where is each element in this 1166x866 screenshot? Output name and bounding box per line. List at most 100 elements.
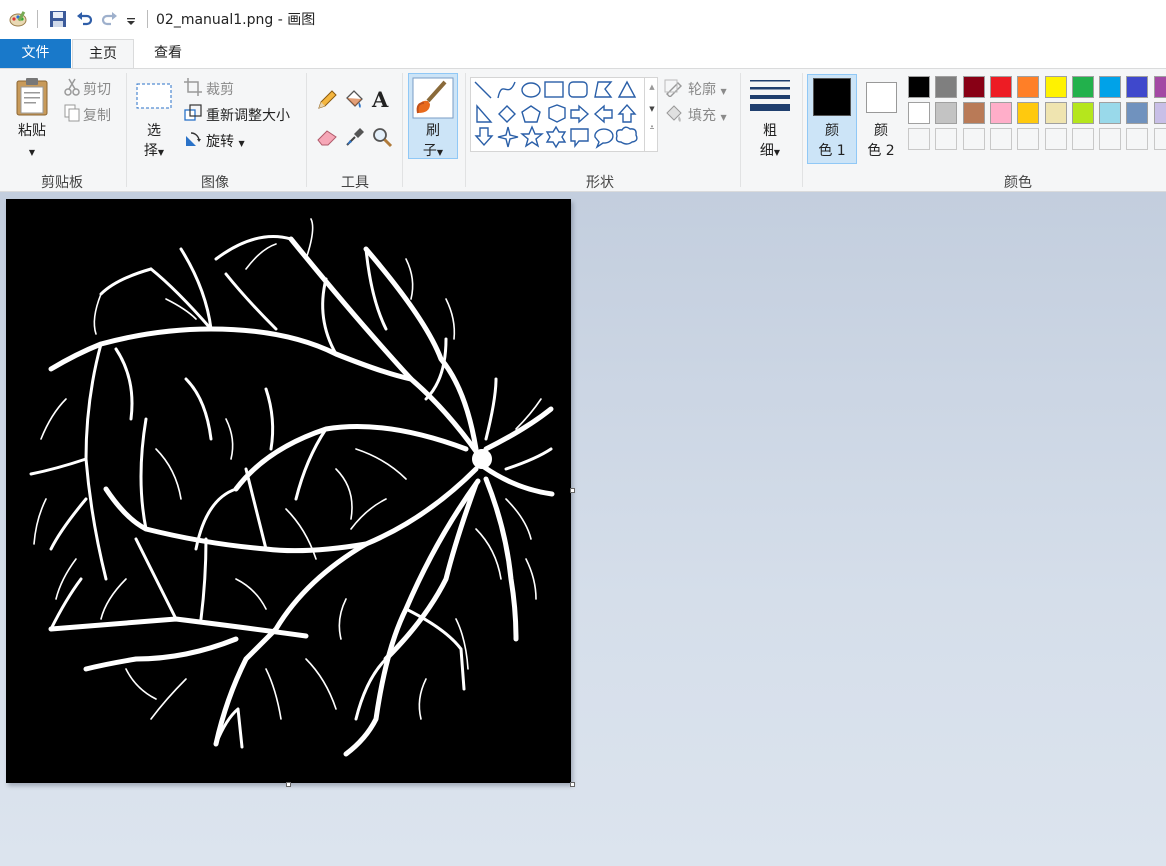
- outline-button[interactable]: 轮廓 ▼: [688, 79, 727, 99]
- diamond-shape-icon[interactable]: [498, 105, 516, 123]
- color1-swatch: [813, 78, 851, 116]
- palette-color-swatch[interactable]: [962, 102, 985, 124]
- down-arrow-shape-icon[interactable]: [474, 127, 494, 147]
- select-button[interactable]: 选 择▼: [138, 121, 170, 163]
- redo-icon[interactable]: [100, 9, 120, 29]
- triangle-shape-icon[interactable]: [617, 80, 637, 98]
- image-group-label: 图像: [201, 175, 229, 191]
- brushes-label-line1: 刷: [426, 123, 440, 139]
- palette-color-swatch[interactable]: [1071, 102, 1094, 124]
- six-point-star-shape-icon[interactable]: [545, 125, 567, 149]
- palette-color-swatch[interactable]: [1099, 76, 1122, 98]
- palette-color-swatch[interactable]: [1126, 128, 1149, 150]
- color-picker-icon[interactable]: [344, 126, 366, 152]
- palette-color-swatch[interactable]: [908, 128, 930, 150]
- tab-home[interactable]: 主页: [72, 39, 134, 70]
- color1-label-line2: 色 1: [818, 143, 846, 159]
- palette-color-swatch[interactable]: [1017, 128, 1040, 150]
- five-point-star-shape-icon[interactable]: [520, 125, 544, 148]
- copy-button[interactable]: 复制: [83, 105, 111, 125]
- palette-color-swatch[interactable]: [989, 102, 1012, 124]
- palette-color-swatch[interactable]: [935, 102, 958, 124]
- color2-button[interactable]: 颜 色 2: [861, 121, 901, 161]
- palette-color-swatch[interactable]: [989, 76, 1012, 98]
- right-arrow-shape-icon[interactable]: [570, 104, 590, 124]
- resize-button[interactable]: 重新调整大小: [206, 105, 290, 125]
- polygon-shape-icon[interactable]: [594, 81, 613, 98]
- palette-color-swatch[interactable]: [1044, 76, 1067, 98]
- palette-color-swatch[interactable]: [1153, 102, 1166, 124]
- canvas-resize-handle-bottom[interactable]: [286, 782, 291, 787]
- palette-color-swatch[interactable]: [1153, 76, 1166, 98]
- palette-color-swatch[interactable]: [1044, 128, 1067, 150]
- curve-shape-icon[interactable]: [497, 81, 516, 99]
- fill-bucket-icon[interactable]: [343, 89, 365, 115]
- size-button[interactable]: 粗 细▼: [752, 121, 788, 163]
- rounded-callout-shape-icon[interactable]: [570, 128, 589, 148]
- palette-color-swatch[interactable]: [1017, 76, 1040, 98]
- tab-file[interactable]: 文件: [0, 39, 71, 68]
- eraser-icon[interactable]: [316, 127, 340, 151]
- canvas-resize-handle-corner[interactable]: [570, 782, 575, 787]
- palette-color-swatch[interactable]: [962, 76, 985, 98]
- tools-group-label: 工具: [341, 175, 369, 191]
- line-shape-icon[interactable]: [474, 81, 492, 99]
- up-arrow-shape-icon[interactable]: [617, 103, 637, 123]
- rectangle-shape-icon[interactable]: [544, 81, 564, 98]
- palette-color-swatch[interactable]: [1071, 76, 1094, 98]
- palette-color-swatch[interactable]: [935, 128, 958, 150]
- scroll-down-icon[interactable]: ▼: [645, 105, 659, 113]
- paste-icon[interactable]: [14, 77, 50, 121]
- rotate-button[interactable]: 旋转 ▼: [206, 131, 245, 151]
- drawing-canvas[interactable]: [6, 199, 571, 783]
- text-icon[interactable]: A: [372, 89, 388, 111]
- palette-color-swatch[interactable]: [1099, 102, 1122, 124]
- palette-color-swatch[interactable]: [1126, 76, 1149, 98]
- select-rectangle-icon[interactable]: [136, 83, 172, 113]
- fill-button[interactable]: 填充 ▼: [688, 105, 727, 125]
- scissors-icon: [64, 78, 80, 100]
- right-triangle-shape-icon[interactable]: [476, 104, 493, 123]
- shapes-scrollbar[interactable]: ▲ ▼ ⩡: [644, 78, 659, 151]
- rounded-rectangle-shape-icon[interactable]: [568, 81, 588, 98]
- paint-app-icon[interactable]: [8, 9, 28, 29]
- pentagon-shape-icon[interactable]: [521, 105, 541, 123]
- chevron-down-icon: ▼: [238, 139, 245, 148]
- pencil-icon[interactable]: [316, 89, 338, 115]
- palette-color-swatch[interactable]: [908, 76, 930, 98]
- palette-color-swatch[interactable]: [989, 128, 1012, 150]
- canvas-resize-handle-right[interactable]: [570, 488, 575, 493]
- customize-quick-access-icon[interactable]: [125, 9, 137, 29]
- palette-color-swatch[interactable]: [935, 76, 958, 98]
- oval-shape-icon[interactable]: [521, 82, 541, 98]
- color2-swatch[interactable]: [866, 82, 897, 113]
- workspace: [0, 192, 1166, 866]
- color1-label-line1: 颜: [825, 123, 839, 139]
- palette-color-swatch[interactable]: [1044, 102, 1067, 124]
- palette-color-swatch[interactable]: [1153, 128, 1166, 150]
- left-arrow-shape-icon[interactable]: [593, 104, 613, 124]
- palette-color-swatch[interactable]: [1099, 128, 1122, 150]
- magnifier-icon[interactable]: [372, 127, 394, 153]
- oval-callout-shape-icon[interactable]: [594, 128, 614, 149]
- undo-icon[interactable]: [74, 9, 94, 29]
- expand-gallery-icon[interactable]: ⩡: [645, 123, 659, 133]
- brushes-label-line2: 子: [422, 143, 437, 159]
- fill-label: 填充: [688, 108, 716, 124]
- cut-button[interactable]: 剪切: [83, 79, 111, 99]
- cloud-callout-shape-icon[interactable]: [615, 126, 638, 145]
- scroll-up-icon[interactable]: ▲: [645, 83, 659, 91]
- four-point-star-shape-icon[interactable]: [497, 126, 519, 148]
- palette-color-swatch[interactable]: [908, 102, 930, 124]
- save-icon[interactable]: [48, 9, 68, 29]
- palette-color-swatch[interactable]: [962, 128, 985, 150]
- outline-label: 轮廓: [688, 82, 716, 98]
- paste-button[interactable]: 粘贴 ▼: [14, 121, 50, 163]
- palette-color-swatch[interactable]: [1071, 128, 1094, 150]
- crop-button[interactable]: 裁剪: [206, 79, 234, 99]
- palette-color-swatch[interactable]: [1017, 102, 1040, 124]
- palette-color-swatch[interactable]: [1126, 102, 1149, 124]
- chevron-down-icon: ▼: [720, 87, 727, 96]
- tab-view[interactable]: 查看: [140, 39, 196, 68]
- hexagon-shape-icon[interactable]: [548, 104, 566, 123]
